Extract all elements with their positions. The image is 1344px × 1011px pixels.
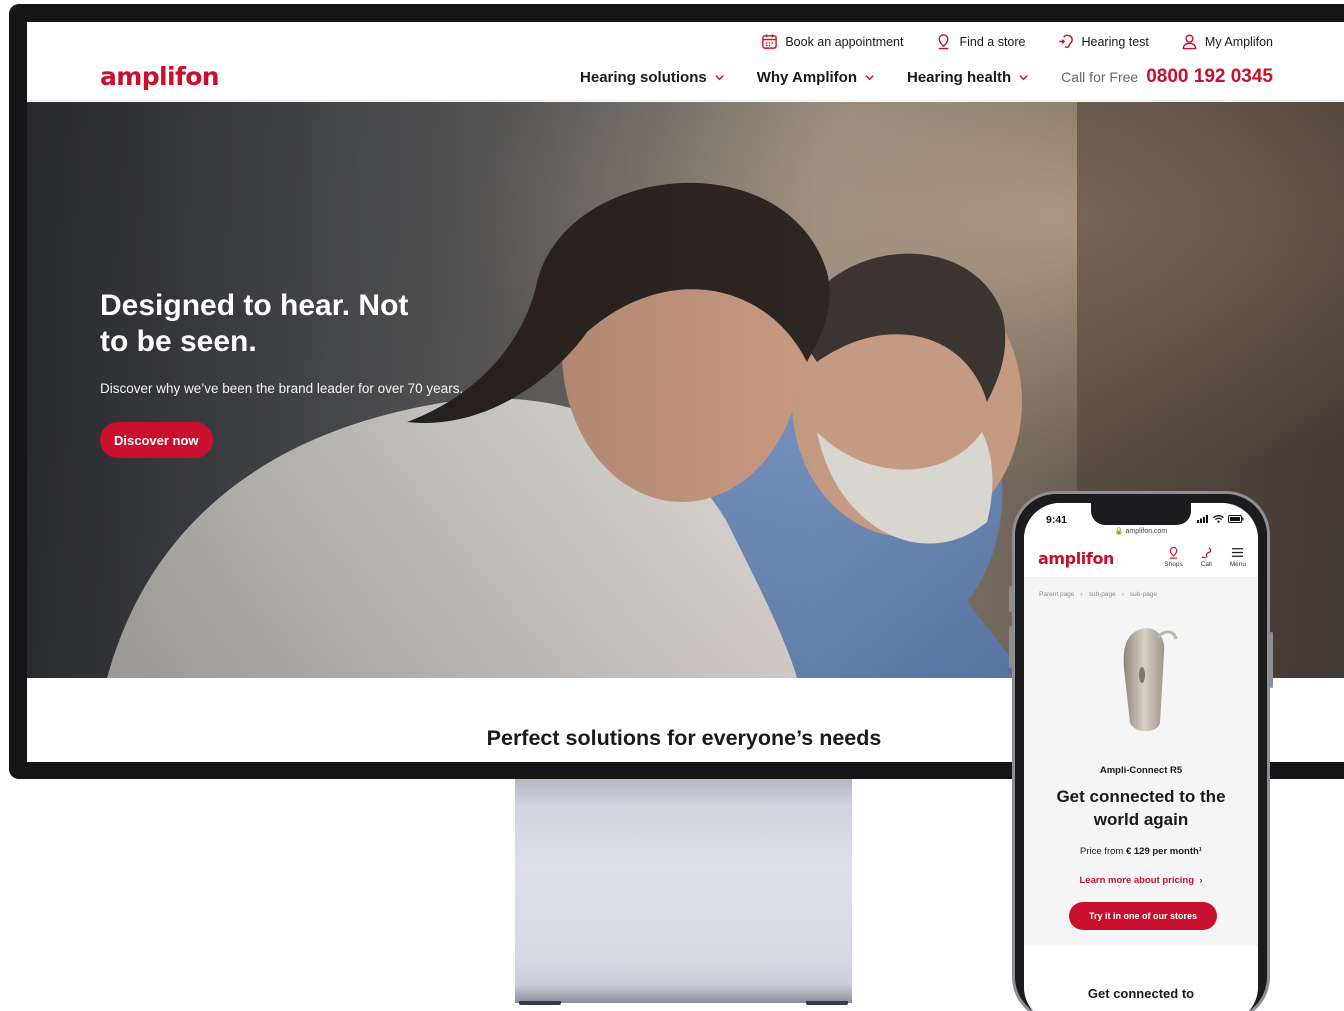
monitor-foot-right xyxy=(806,1001,848,1005)
price-prefix: Price from xyxy=(1080,846,1124,857)
phone-side-button xyxy=(1270,632,1273,688)
user-icon xyxy=(1182,34,1197,50)
amplifon-logo[interactable]: amplifon xyxy=(100,62,220,91)
mobile-phone: 9:41 🔒 amplifon.com amplifon Shops Call … xyxy=(1009,491,1273,1011)
phone-side-button xyxy=(1009,626,1012,668)
nav-hearing-solutions-label: Hearing solutions xyxy=(580,68,707,86)
breadcrumb-separator-icon: › xyxy=(1121,591,1124,598)
hero-subtitle: Discover why we’ve been the brand leader… xyxy=(100,381,464,396)
product-headline: Get connected to the world again xyxy=(1056,787,1226,829)
phone-icon xyxy=(1201,547,1211,559)
price-text: Price from € 129 per month¹ xyxy=(1024,846,1258,857)
my-amplifon-label: My Amplifon xyxy=(1204,34,1273,49)
device-mockup-scene: amplifon Book an appointment Find a stor… xyxy=(0,0,1344,1011)
calendar-icon xyxy=(762,34,778,49)
shops-button[interactable]: Shops xyxy=(1164,546,1183,568)
discover-now-button[interactable]: Discover now xyxy=(100,422,213,458)
my-amplifon-link[interactable]: My Amplifon xyxy=(1181,33,1273,50)
chevron-right-icon: › xyxy=(1196,875,1203,886)
nav-why-amplifon[interactable]: Why Amplifon xyxy=(757,69,875,86)
status-icons xyxy=(1197,515,1244,523)
utility-links: Book an appointment Find a store Hearing… xyxy=(761,33,1273,50)
breadcrumb-item[interactable]: Parent page xyxy=(1039,591,1074,598)
menu-label: Menu xyxy=(1229,561,1246,568)
find-store-link[interactable]: Find a store xyxy=(935,33,1026,50)
phone-number-link[interactable]: 0800 192 0345 xyxy=(1146,66,1273,88)
site-header: amplifon Book an appointment Find a stor… xyxy=(27,22,1344,101)
url-text: amplifon.com xyxy=(1125,528,1168,535)
call-for-free: Call for Free 0800 192 0345 xyxy=(1061,66,1273,88)
call-button[interactable]: Call xyxy=(1200,546,1213,568)
learn-pricing-label: Learn more about pricing xyxy=(1079,875,1195,886)
battery-icon xyxy=(1228,515,1244,523)
status-time: 9:41 xyxy=(1046,514,1068,526)
product-name: Ampli-Connect R5 xyxy=(1099,765,1183,776)
menu-icon xyxy=(1232,548,1244,557)
chevron-down-icon xyxy=(715,74,724,80)
try-in-store-button[interactable]: Try it in one of our stores xyxy=(1069,902,1217,930)
location-pin-icon xyxy=(1169,546,1178,559)
browser-url-bar[interactable]: 🔒 amplifon.com xyxy=(1024,527,1258,541)
nav-why-amplifon-label: Why Amplifon xyxy=(756,68,857,86)
price-value: € 129 per month¹ xyxy=(1125,846,1202,857)
phone-notch xyxy=(1091,503,1191,525)
main-navigation: Hearing solutions Why Amplifon Hearing h… xyxy=(580,66,1273,88)
learn-pricing-link[interactable]: Learn more about pricing › xyxy=(1024,875,1258,886)
shops-label: Shops xyxy=(1164,561,1183,568)
breadcrumb: Parent page › sub-page › sub-page xyxy=(1039,591,1157,598)
hearing-test-icon xyxy=(1058,34,1073,48)
monitor-stand-base xyxy=(515,985,852,1003)
nav-hearing-health-label: Hearing health xyxy=(906,68,1012,86)
breadcrumb-item[interactable]: sub-page xyxy=(1089,591,1116,598)
phone-screen: 9:41 🔒 amplifon.com amplifon Shops Call … xyxy=(1024,503,1258,1011)
breadcrumb-separator-icon: › xyxy=(1080,591,1083,598)
phone-side-button xyxy=(1009,586,1012,612)
location-pin-icon xyxy=(939,34,949,50)
wifi-icon xyxy=(1213,515,1224,523)
breadcrumb-item: sub-page xyxy=(1129,591,1157,598)
chevron-down-icon xyxy=(1019,74,1028,80)
monitor-stand xyxy=(515,779,852,1001)
call-label: Call for Free xyxy=(1061,69,1139,85)
nav-hearing-health[interactable]: Hearing health xyxy=(907,69,1029,86)
mobile-header: amplifon Shops Call Menu xyxy=(1024,541,1258,578)
hero-title: Designed to hear. Not to be seen. xyxy=(100,289,409,358)
book-appointment-link[interactable]: Book an appointment xyxy=(761,33,903,50)
amplifon-logo-mobile[interactable]: amplifon xyxy=(1038,549,1114,568)
monitor-foot-left xyxy=(519,1001,561,1005)
signal-icon xyxy=(1197,515,1208,523)
find-store-label: Find a store xyxy=(959,34,1026,49)
mobile-section-title: Get connected to xyxy=(1087,986,1195,1001)
call-label: Call xyxy=(1200,561,1212,568)
nav-hearing-solutions[interactable]: Hearing solutions xyxy=(580,69,725,86)
hearing-test-link[interactable]: Hearing test xyxy=(1058,33,1149,50)
chevron-down-icon xyxy=(865,74,874,80)
mobile-actions: Shops Call Menu xyxy=(1164,546,1246,568)
book-appointment-label: Book an appointment xyxy=(785,34,904,49)
hearing-test-label: Hearing test xyxy=(1081,34,1149,49)
menu-button[interactable]: Menu xyxy=(1230,546,1246,568)
hearing-aid-image xyxy=(1123,628,1178,732)
